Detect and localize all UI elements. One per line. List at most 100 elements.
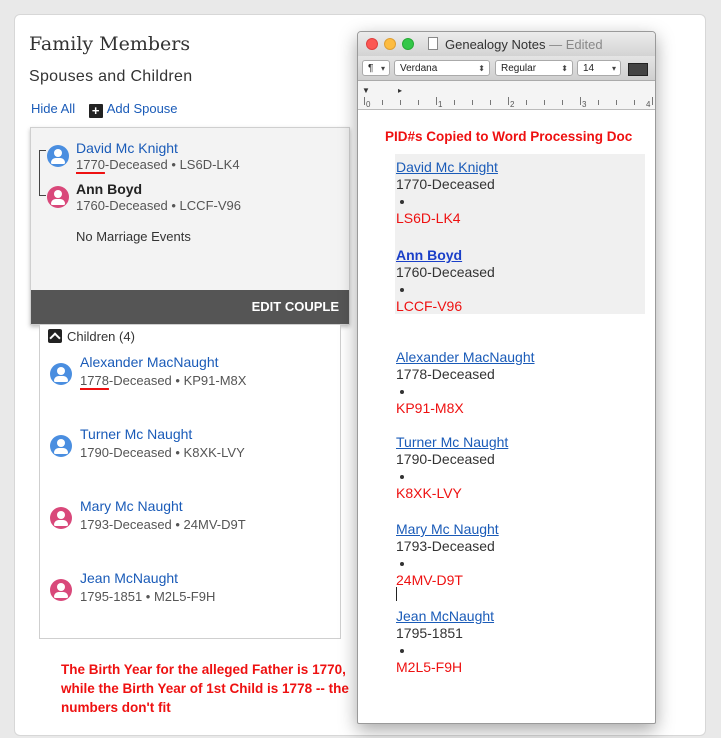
child-info: 1795-1851 • M2L5-F9H bbox=[80, 589, 216, 604]
father-info: 1770-Deceased • LS6D-LK4 bbox=[76, 157, 240, 172]
annotation-note: The Birth Year for the alleged Father is… bbox=[61, 662, 349, 715]
mother-info: 1760-Deceased • LCCF-V96 bbox=[76, 198, 241, 213]
ruler-tick bbox=[508, 97, 509, 105]
edited-label: — Edited bbox=[549, 37, 603, 52]
child-name-link[interactable]: Jean McNaught bbox=[80, 570, 178, 586]
father-name-link[interactable]: David Mc Knight bbox=[76, 140, 178, 156]
entry-date: 1778-Deceased bbox=[396, 366, 495, 382]
entry-date: 1793-Deceased bbox=[396, 538, 495, 554]
couple-bracket bbox=[39, 150, 46, 196]
text-color-swatch[interactable] bbox=[628, 63, 648, 76]
section-subtitle: Spouses and Children bbox=[29, 68, 193, 85]
couple-card: David Mc Knight 1770-Deceased • LS6D-LK4… bbox=[30, 127, 350, 325]
entry-pid: LCCF-V96 bbox=[396, 298, 463, 314]
ruler-tick bbox=[544, 100, 545, 105]
entry-date: 1760-Deceased bbox=[396, 264, 495, 280]
entry-name-link[interactable]: David Mc Knight bbox=[396, 159, 498, 175]
edit-couple-button[interactable]: EDIT COUPLE bbox=[31, 290, 349, 324]
entry-name-link[interactable]: Jean McNaught bbox=[396, 608, 494, 624]
entry-date: 1770-Deceased bbox=[396, 176, 495, 192]
text-cursor bbox=[396, 587, 397, 601]
window-title: Genealogy Notes — Edited bbox=[445, 37, 603, 52]
notes-window: Genealogy Notes — Edited ¶ ▾ Verdana ⬍ Reg… bbox=[357, 31, 656, 724]
bullet-icon bbox=[400, 562, 404, 566]
bullet-icon bbox=[400, 475, 404, 479]
entry-name-link[interactable]: Mary Mc Naught bbox=[396, 521, 499, 537]
bullet-icon bbox=[400, 200, 404, 204]
entry-pid: M2L5-F9H bbox=[396, 659, 463, 675]
ruler-tick bbox=[652, 97, 653, 105]
top-links: Hide All + Add Spouse bbox=[31, 101, 178, 118]
close-icon[interactable] bbox=[366, 38, 378, 50]
font-size-value: 14 bbox=[583, 63, 595, 74]
font-size-field[interactable]: 14 ▾ bbox=[577, 60, 621, 76]
entry-pid: KP91-M8X bbox=[396, 400, 464, 416]
window-titlebar[interactable]: Genealogy Notes — Edited bbox=[358, 32, 655, 56]
entry-name-link[interactable]: Ann Boyd bbox=[396, 247, 462, 263]
entry-date: 1790-Deceased bbox=[396, 451, 495, 467]
ruler-number: 3 bbox=[582, 100, 587, 109]
minimize-icon[interactable] bbox=[384, 38, 396, 50]
paragraph-style-value: ¶ bbox=[368, 63, 374, 74]
female-avatar-icon bbox=[47, 186, 69, 208]
entry-pid: K8XK-LVY bbox=[396, 485, 462, 501]
ruler-tick bbox=[382, 100, 383, 105]
add-spouse-link[interactable]: Add Spouse bbox=[107, 101, 178, 116]
chevron-down-icon: ▾ bbox=[611, 64, 616, 73]
window-title-text: Genealogy Notes bbox=[445, 37, 546, 52]
male-avatar-icon bbox=[50, 363, 72, 385]
updown-icon: ⬍ bbox=[561, 64, 568, 73]
no-marriage-events: No Marriage Events bbox=[76, 229, 191, 244]
male-avatar-icon bbox=[47, 145, 69, 167]
format-toolbar: ¶ ▾ Verdana ⬍ Regular ⬍ 14 ▾ bbox=[358, 56, 655, 81]
ruler-tick bbox=[580, 97, 581, 105]
child-name-link[interactable]: Mary Mc Naught bbox=[80, 498, 183, 514]
child-info: 1790-Deceased • K8XK-LVY bbox=[80, 445, 245, 460]
ruler-marker-icon[interactable]: ▸ bbox=[398, 86, 402, 95]
entry-pid: LS6D-LK4 bbox=[396, 210, 461, 226]
bullet-icon bbox=[400, 390, 404, 394]
hide-all-link[interactable]: Hide All bbox=[31, 101, 75, 116]
ruler-tick bbox=[598, 100, 599, 105]
chevron-down-icon: ▾ bbox=[380, 64, 385, 73]
font-weight-select[interactable]: Regular ⬍ bbox=[495, 60, 573, 76]
ruler-tick bbox=[490, 100, 491, 105]
ruler-tick bbox=[436, 97, 437, 105]
ruler-tick bbox=[616, 100, 617, 105]
paragraph-style-select[interactable]: ¶ ▾ bbox=[362, 60, 390, 76]
entry-name-link[interactable]: Alexander MacNaught bbox=[396, 349, 535, 365]
child-birth-year: 1778 bbox=[80, 373, 109, 388]
ruler-number: 4 bbox=[646, 100, 651, 109]
children-count: (4) bbox=[119, 329, 135, 344]
ruler-tick bbox=[562, 100, 563, 105]
font-weight-value: Regular bbox=[501, 63, 537, 74]
father-info-rest: -Deceased • LS6D-LK4 bbox=[104, 157, 240, 172]
page-title: Family Members bbox=[29, 33, 191, 55]
entry-name-link[interactable]: Turner Mc Naught bbox=[396, 434, 508, 450]
female-avatar-icon bbox=[50, 579, 72, 601]
child-name-link[interactable]: Turner Mc Naught bbox=[80, 426, 192, 442]
bullet-icon bbox=[400, 288, 404, 292]
child-info: 1793-Deceased • 24MV-D9T bbox=[80, 517, 246, 532]
collapse-chevron-icon[interactable] bbox=[48, 329, 62, 343]
ruler-number: 0 bbox=[366, 100, 371, 109]
document-heading: PID#s Copied to Word Processing Doc bbox=[385, 129, 633, 144]
plus-icon[interactable]: + bbox=[88, 104, 103, 118]
ruler-marker-icon[interactable]: ▼ bbox=[362, 86, 370, 95]
child-info: 1778-Deceased • KP91-M8X bbox=[80, 373, 246, 388]
zoom-icon[interactable] bbox=[402, 38, 414, 50]
children-panel: Children (4) Alexander MacNaught 1778-De… bbox=[39, 325, 341, 639]
ruler[interactable]: ▼ ▸ 0 1 2 3 4 bbox=[358, 81, 655, 110]
ruler-tick bbox=[400, 100, 401, 105]
entry-date: 1795-1851 bbox=[396, 625, 463, 641]
updown-icon: ⬍ bbox=[478, 64, 485, 73]
ruler-tick bbox=[472, 100, 473, 105]
ruler-number: 1 bbox=[438, 100, 443, 109]
ruler-tick bbox=[364, 97, 365, 105]
entry-pid: 24MV-D9T bbox=[396, 572, 463, 588]
font-family-select[interactable]: Verdana ⬍ bbox=[394, 60, 490, 76]
mother-name[interactable]: Ann Boyd bbox=[76, 181, 142, 197]
child-name-link[interactable]: Alexander MacNaught bbox=[80, 354, 219, 370]
ruler-tick bbox=[526, 100, 527, 105]
ruler-tick bbox=[454, 100, 455, 105]
